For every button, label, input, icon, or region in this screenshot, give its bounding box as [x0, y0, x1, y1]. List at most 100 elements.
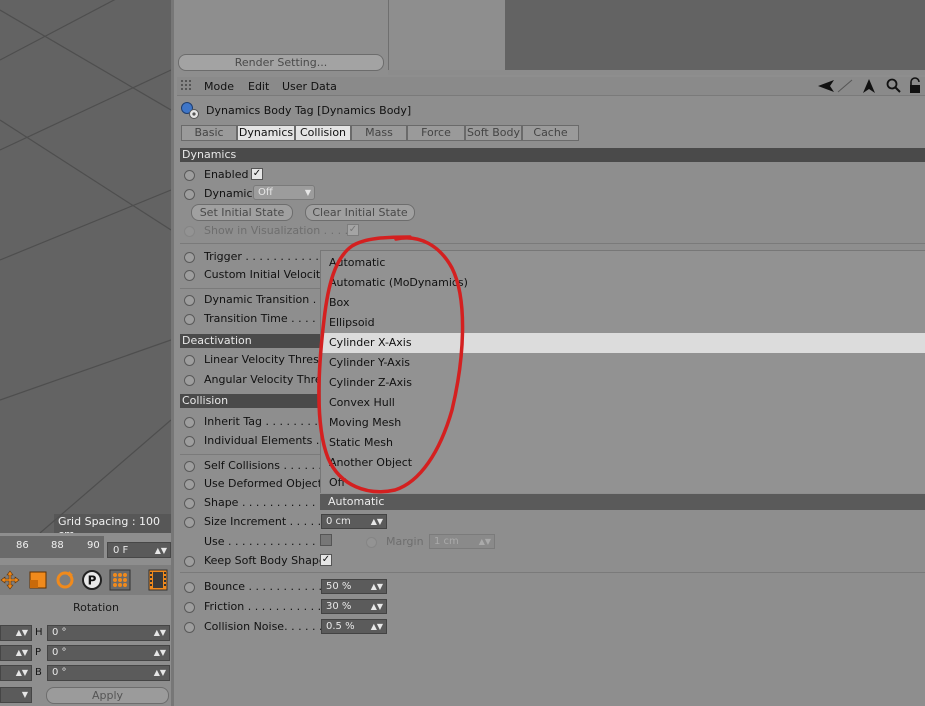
animate-radio[interactable]: [184, 517, 195, 528]
menu-mode[interactable]: Mode: [204, 80, 234, 93]
animate-radio[interactable]: [184, 314, 195, 325]
stepper-icon: ▲▼: [370, 602, 383, 611]
rotation-b-value: 0 °: [52, 667, 67, 678]
tab-mass[interactable]: Mass: [351, 125, 407, 141]
collision-noise-value: 0.5 %: [326, 621, 355, 632]
rotation-b-field[interactable]: 0 ° ▲▼: [47, 665, 170, 681]
timeline-tick: 88: [51, 540, 64, 551]
dynamic-dropdown[interactable]: Off ▼: [253, 185, 315, 200]
animate-radio[interactable]: [184, 582, 195, 593]
tab-collision[interactable]: Collision: [295, 125, 351, 141]
rotation-p-value: 0 °: [52, 647, 67, 658]
size-increment-value: 0 cm: [326, 516, 351, 527]
animate-radio[interactable]: [184, 189, 195, 200]
use-checkbox[interactable]: [320, 534, 332, 546]
top-right-viewport: [505, 0, 925, 70]
stepper-icon: ▲▼: [370, 622, 383, 631]
position-field[interactable]: ▲▼: [0, 665, 32, 681]
animate-radio[interactable]: [184, 602, 195, 613]
animate-radio[interactable]: [184, 436, 195, 447]
stepper-icon: ▲▼: [478, 537, 491, 546]
coord-label-b: B: [35, 667, 42, 678]
enabled-label: Enabled: [204, 168, 249, 181]
stepper-icon: ▲▼: [154, 546, 167, 555]
position-field[interactable]: ▲▼: [0, 625, 32, 641]
coord-label-h: H: [35, 627, 43, 638]
stepper-icon: ▲▼: [15, 668, 28, 677]
tab-force[interactable]: Force: [407, 125, 465, 141]
animate-radio[interactable]: [184, 498, 195, 509]
tab-basic[interactable]: Basic: [181, 125, 237, 141]
timeline-ruler[interactable]: 86 88 90: [0, 536, 104, 558]
size-increment-field[interactable]: 0 cm ▲▼: [321, 514, 387, 529]
rotate-icon[interactable]: [54, 569, 76, 591]
animate-radio[interactable]: [184, 252, 195, 263]
animate-radio[interactable]: [184, 375, 195, 386]
dynamics-body-tag-icon: [181, 102, 199, 119]
divider: [180, 572, 925, 573]
animate-radio[interactable]: [184, 355, 195, 366]
animate-radio[interactable]: [184, 295, 195, 306]
timeline-tick: 86: [16, 540, 29, 551]
animate-radio[interactable]: [184, 170, 195, 181]
clear-initial-state-button[interactable]: Clear Initial State: [305, 204, 415, 221]
keep-soft-body-shape-checkbox[interactable]: ✓: [320, 554, 332, 566]
animate-radio[interactable]: [184, 622, 195, 633]
bounce-value: 50 %: [326, 581, 352, 592]
collision-noise-field[interactable]: 0.5 % ▲▼: [321, 619, 387, 634]
animate-radio[interactable]: [184, 270, 195, 281]
animate-radio[interactable]: [184, 417, 195, 428]
animate-radio[interactable]: [184, 479, 195, 490]
animate-radio[interactable]: [184, 556, 195, 567]
chevron-down-icon: ▼: [21, 690, 28, 699]
menu-user-data[interactable]: User Data: [282, 80, 337, 93]
top-middle-panel: [388, 0, 505, 70]
film-icon[interactable]: [147, 569, 169, 591]
point-level-icon[interactable]: [109, 569, 131, 591]
animate-radio[interactable]: [366, 537, 377, 548]
parameter-icon[interactable]: P: [81, 569, 103, 591]
move-icon[interactable]: [0, 569, 21, 591]
menu-edit[interactable]: Edit: [248, 80, 269, 93]
animate-radio[interactable]: [184, 461, 195, 472]
render-setting-button[interactable]: Render Setting...: [178, 54, 384, 71]
coordinate-mode-dropdown[interactable]: ▼: [0, 687, 32, 703]
scale-icon[interactable]: [27, 569, 49, 591]
object-title: Dynamics Body Tag [Dynamics Body]: [206, 104, 412, 117]
rotation-p-field[interactable]: 0 ° ▲▼: [47, 645, 170, 661]
lock-icon[interactable]: [908, 77, 922, 94]
up-arrow-icon[interactable]: [861, 78, 877, 94]
animate-radio[interactable]: [184, 226, 195, 237]
transport-toolbar: P: [0, 565, 171, 595]
rotation-header: Rotation: [72, 601, 119, 614]
tab-dynamics[interactable]: Dynamics: [237, 125, 295, 141]
enabled-checkbox[interactable]: ✓: [251, 168, 263, 180]
chevron-down-icon: ▼: [304, 188, 311, 197]
current-frame-field[interactable]: 0 F ▲▼: [107, 542, 171, 558]
tab-cache[interactable]: Cache: [522, 125, 579, 141]
red-circle-annotation: [317, 235, 465, 494]
set-initial-state-button[interactable]: Set Initial State: [191, 204, 293, 221]
dynamic-label: Dynamic: [204, 187, 253, 200]
viewport-3d[interactable]: Grid Spacing : 100 cm: [0, 0, 171, 533]
position-field[interactable]: ▲▼: [0, 645, 32, 661]
margin-field[interactable]: 1 cm ▲▼: [429, 534, 495, 549]
bounce-label: Bounce . . . . . . . . . . .: [204, 580, 322, 593]
stepper-icon: ▲▼: [15, 648, 28, 657]
transition-time-label: Transition Time . . . .: [204, 312, 316, 325]
grip-icon[interactable]: [181, 80, 195, 93]
bounce-field[interactable]: 50 % ▲▼: [321, 579, 387, 594]
svg-text:P: P: [88, 574, 97, 588]
coord-label-p: P: [35, 647, 42, 658]
friction-field[interactable]: 30 % ▲▼: [321, 599, 387, 614]
stepper-icon: ▲▼: [15, 628, 28, 637]
tab-soft-body[interactable]: Soft Body: [465, 125, 522, 141]
stepper-icon: ▲▼: [153, 668, 166, 677]
back-arrow-icon[interactable]: [816, 78, 856, 94]
divider: [180, 243, 925, 244]
dynamic-value: Off: [258, 187, 273, 198]
search-icon[interactable]: [886, 78, 902, 94]
stepper-icon: ▲▼: [153, 628, 166, 637]
apply-button[interactable]: Apply: [46, 687, 169, 704]
rotation-h-field[interactable]: 0 ° ▲▼: [47, 625, 170, 641]
